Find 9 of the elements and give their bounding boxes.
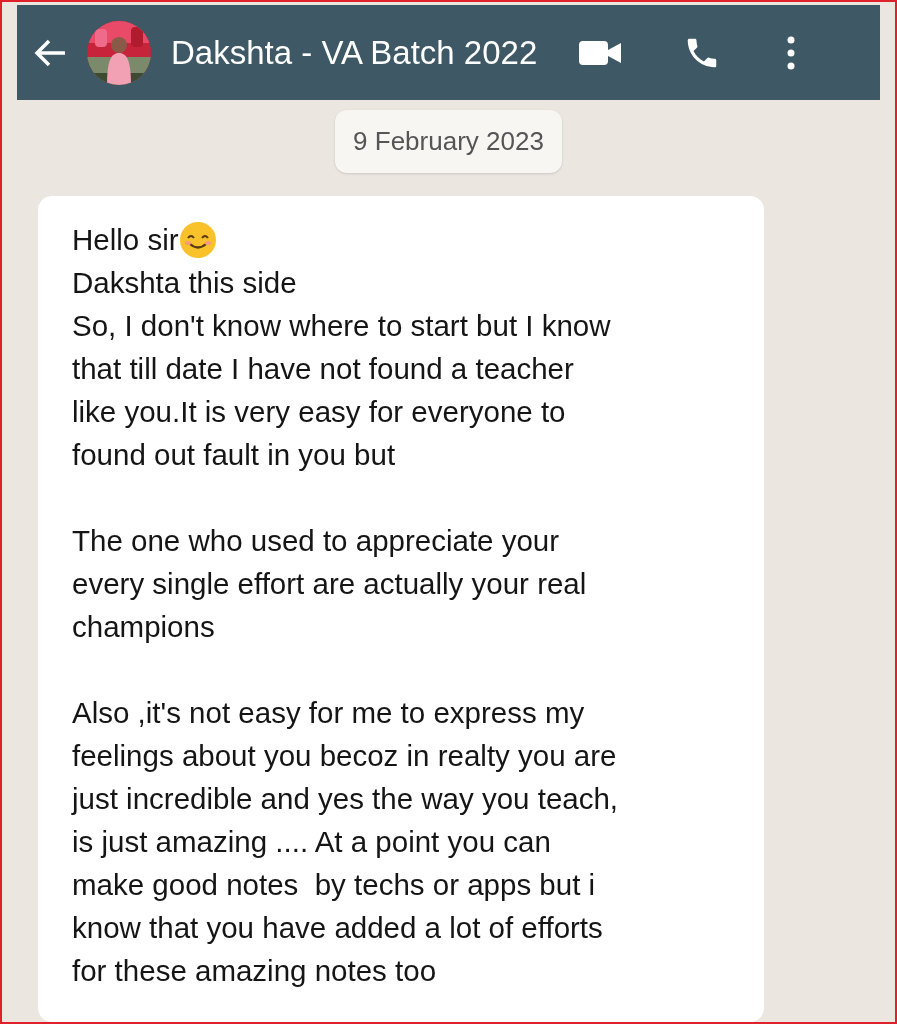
video-camera-icon[interactable] [579, 39, 622, 66]
message-text: Also ,it's not easy for me to express my feelings about you becoz in realty you are just incredible and yes the way you teach, is just amazing .... At a point you can make good notes by techs or apps but i know that you have added a lot of efforts for these amazing notes too [72, 695, 620, 989]
more-options-icon[interactable] [787, 35, 796, 70]
message-text: The one who used to appreciate your every single effort are actually your real champions [72, 523, 588, 645]
message-text: Dakshta this side So, I don't know where to start but I know that till date I have not found a teacher like you.It is very easy for everyone to found out fault in you but [72, 265, 612, 473]
date-chip: 9 February 2023 [335, 110, 562, 173]
chat-title[interactable]: Dakshta - VA Batch 2022 [171, 27, 538, 78]
message-text: Hello sir [72, 222, 179, 258]
back-arrow-icon[interactable] [33, 37, 67, 68]
